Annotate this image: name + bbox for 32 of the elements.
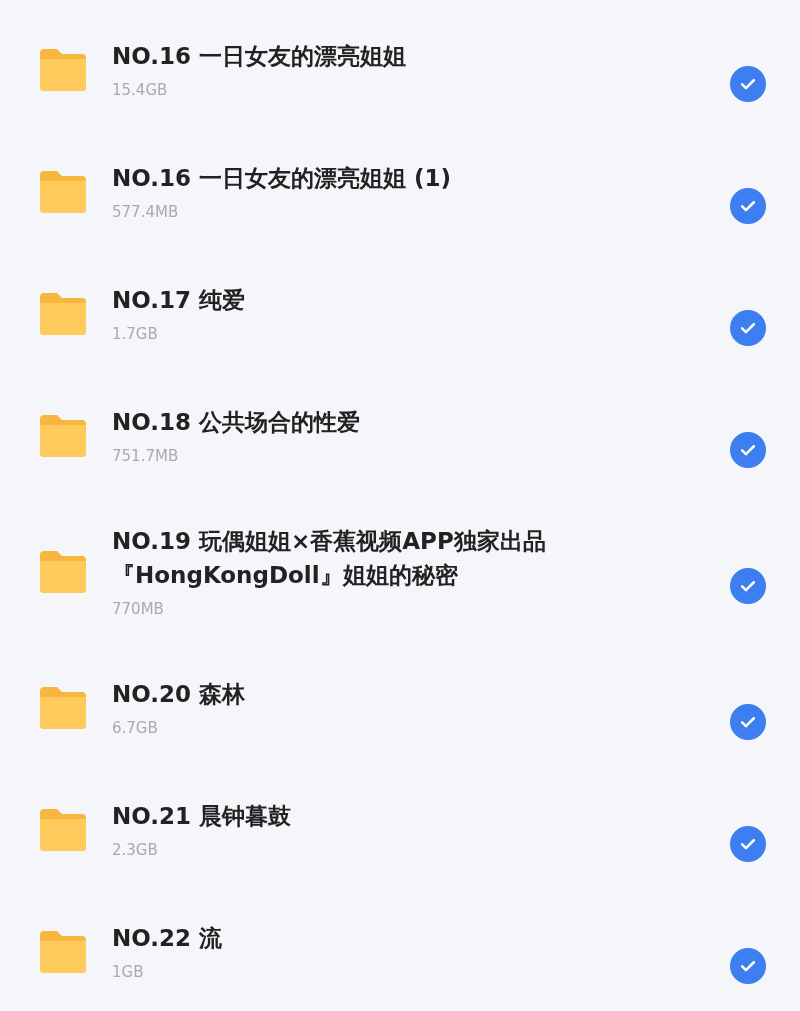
file-name[interactable]: NO.18 公共场合的性爱 (112, 405, 672, 439)
file-name[interactable]: NO.19 玩偶姐姐×香蕉视频APP独家出品『HongKongDoll』姐姐的秘密 (112, 524, 672, 592)
file-name[interactable]: NO.22 流 (112, 921, 672, 955)
checkbox[interactable] (730, 432, 766, 468)
checkbox[interactable] (730, 948, 766, 984)
folder-icon (40, 929, 86, 973)
file-size: 751.7MB (112, 447, 180, 465)
folder-icon (40, 413, 86, 457)
file-name[interactable]: NO.21 晨钟暮鼓 (112, 799, 672, 833)
file-name[interactable]: NO.16 一日女友的漂亮姐姐 (112, 39, 672, 73)
checkbox[interactable] (730, 66, 766, 102)
folder-icon (40, 169, 86, 213)
folder-icon (40, 807, 86, 851)
checkbox[interactable] (730, 704, 766, 740)
file-size: 770MB (112, 600, 165, 618)
checkbox[interactable] (730, 568, 766, 604)
file-name[interactable]: NO.20 森林 (112, 677, 672, 711)
file-size: 1.7GB (112, 325, 159, 343)
file-name[interactable]: NO.17 纯爱 (112, 283, 672, 317)
folder-icon (40, 291, 86, 335)
folder-icon (40, 47, 86, 91)
folder-icon (40, 549, 86, 593)
checkbox[interactable] (730, 310, 766, 346)
file-name[interactable]: NO.16 一日女友的漂亮姐姐 (1) (112, 161, 672, 195)
file-size: 577.4MB (112, 203, 180, 221)
file-size: 15.4GB (112, 81, 169, 99)
file-size: 6.7GB (112, 719, 159, 737)
checkbox[interactable] (730, 826, 766, 862)
file-size: 1GB (112, 963, 145, 981)
file-size: 2.3GB (112, 841, 159, 859)
checkbox[interactable] (730, 188, 766, 224)
folder-icon (40, 685, 86, 729)
